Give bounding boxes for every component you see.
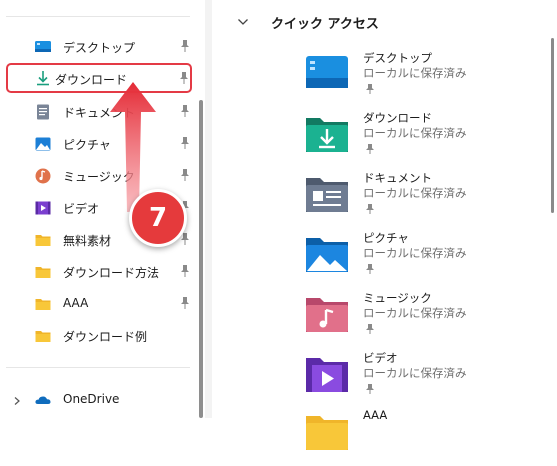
video-icon (35, 201, 51, 215)
tile-status: ローカルに保存済み (363, 66, 467, 80)
quick-access-tile-documents[interactable]: ドキュメント ローカルに保存済み (304, 170, 554, 228)
sidebar-item-label: デスクトップ (63, 41, 136, 55)
pin-icon (181, 137, 189, 149)
video-icon (306, 358, 348, 392)
tile-name: ピクチャ (363, 231, 409, 245)
pin-icon (181, 169, 189, 181)
quick-access-tile-desktop[interactable]: デスクトップ ローカルに保存済み (304, 50, 554, 108)
chevron-down-icon[interactable] (236, 15, 250, 29)
tile-name: AAA (363, 408, 388, 422)
pin-icon (366, 384, 374, 394)
nav-scrollbar[interactable] (199, 100, 203, 418)
pin-icon (181, 40, 189, 52)
sidebar-item-label: ビデオ (63, 202, 100, 216)
desktop-icon (35, 41, 51, 52)
pin-icon (366, 204, 374, 214)
pin-icon (181, 105, 189, 117)
pin-icon (366, 324, 374, 334)
pin-icon (181, 297, 189, 309)
quick-access-tile-aaa[interactable]: AAA (304, 408, 554, 466)
quick-access-tile-videos[interactable]: ビデオ ローカルに保存済み (304, 350, 554, 408)
download-icon (37, 71, 49, 86)
pin-icon (366, 144, 374, 154)
music-icon (306, 298, 348, 332)
folder-icon (35, 235, 51, 246)
sidebar-item-documents[interactable]: ドキュメント (8, 99, 194, 125)
quick-access-tile-pictures[interactable]: ピクチャ ローカルに保存済み (304, 230, 554, 288)
pictures-icon (35, 137, 51, 151)
pin-icon (366, 264, 374, 274)
quick-access-tile-downloads[interactable]: ダウンロード ローカルに保存済み (304, 110, 554, 168)
music-icon (35, 168, 51, 184)
quick-access-tile-music[interactable]: ミュージック ローカルに保存済み (304, 290, 554, 348)
pin-icon (180, 72, 188, 84)
tile-status: ローカルに保存済み (363, 246, 467, 260)
tile-name: ダウンロード (363, 111, 432, 125)
sidebar-item-label: ダウンロード方法 (63, 266, 160, 280)
pane-splitter[interactable] (205, 0, 212, 418)
pictures-icon (306, 238, 348, 272)
content-scrollbar[interactable] (551, 38, 554, 213)
pin-icon (181, 265, 189, 277)
folder-icon (306, 416, 348, 450)
desktop-icon (306, 56, 348, 88)
tile-status: ローカルに保存済み (363, 126, 467, 140)
sidebar-item-label: ピクチャ (63, 138, 111, 152)
sidebar-item-label: AAA (63, 296, 89, 310)
tile-name: ミュージック (363, 291, 432, 305)
sidebar-item-label: OneDrive (63, 392, 120, 406)
tile-status: ローカルに保存済み (363, 306, 467, 320)
download-icon (306, 118, 348, 152)
folder-icon (35, 331, 51, 342)
nav-divider-top (6, 16, 190, 17)
sidebar-item-aaa[interactable]: AAA (8, 291, 194, 317)
sidebar-item-download-method[interactable]: ダウンロード方法 (8, 259, 194, 285)
pin-icon (366, 84, 374, 94)
tile-name: ビデオ (363, 351, 398, 365)
sidebar-item-download-example[interactable]: ダウンロード例 (8, 323, 194, 349)
folder-icon (35, 299, 51, 310)
tile-status: ローカルに保存済み (363, 366, 467, 380)
sidebar-item-music[interactable]: ミュージック (8, 163, 194, 189)
onedrive-icon (35, 396, 51, 404)
tile-status: ローカルに保存済み (363, 186, 467, 200)
section-title: クイック アクセス (271, 17, 379, 32)
step-number-badge: 7 (129, 189, 187, 247)
sidebar-item-downloads[interactable]: ダウンロード (6, 63, 192, 93)
content-pane: クイック アクセス デスクトップ ローカルに保存済み ダウンロード ローカルに保… (212, 0, 557, 450)
sidebar-item-desktop[interactable]: デスクトップ (8, 34, 194, 60)
sidebar-item-onedrive[interactable]: OneDrive (8, 387, 194, 413)
document-icon (37, 104, 49, 120)
sidebar-item-label: ダウンロード例 (63, 330, 148, 344)
nav-divider-bottom (6, 367, 190, 368)
tile-name: デスクトップ (363, 51, 432, 65)
folder-icon (35, 267, 51, 278)
tile-name: ドキュメント (363, 171, 432, 185)
document-icon (306, 178, 348, 212)
sidebar-item-pictures[interactable]: ピクチャ (8, 131, 194, 157)
sidebar-item-label: 無料素材 (63, 234, 112, 248)
